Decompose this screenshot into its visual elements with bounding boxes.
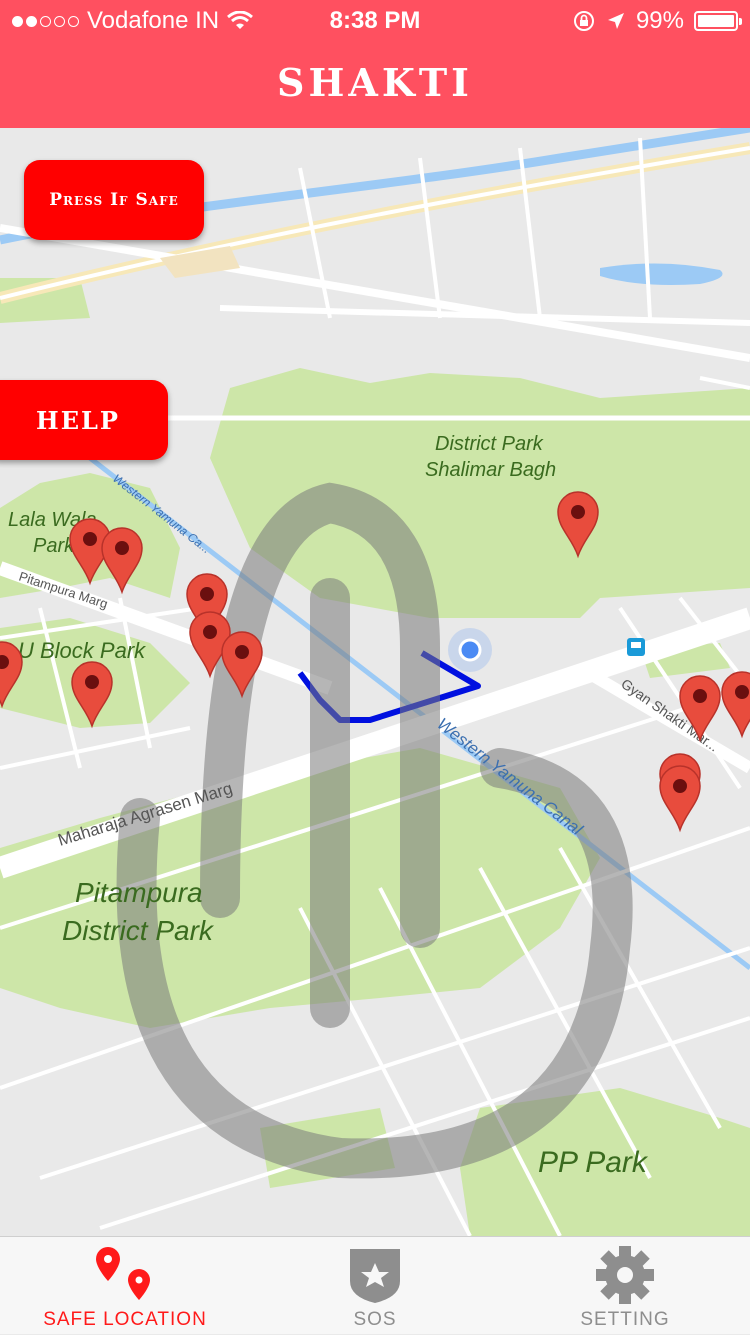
label-pp-park: PP Park: [538, 1146, 649, 1179]
map-view[interactable]: District Park Shalimar Bagh Lala Wala Pa…: [0, 128, 750, 1236]
map-pins-icon: [96, 1247, 150, 1300]
battery-icon: [694, 11, 742, 31]
police-badge-icon: [350, 1249, 400, 1303]
location-arrow-icon: [607, 13, 624, 29]
app-title: SHAKTI: [277, 60, 473, 105]
help-button[interactable]: HELP: [0, 380, 168, 460]
label-u-block-park: U Block Park: [18, 638, 146, 663]
label-district-park: District Park: [435, 433, 544, 455]
label-pitampura: Pitampura: [75, 877, 203, 908]
tab-setting[interactable]: SETTING: [500, 1237, 750, 1335]
status-bar: Vodafone IN 8:38 PM 99%: [0, 0, 750, 40]
map-canvas: District Park Shalimar Bagh Lala Wala Pa…: [0, 128, 750, 1236]
tab-safe-location[interactable]: SAFE LOCATION: [0, 1237, 250, 1335]
tab-sos[interactable]: SOS: [250, 1237, 500, 1335]
tab-label-safe-location: SAFE LOCATION: [43, 1309, 207, 1330]
tab-bar: SAFE LOCATION SOS SETTING: [0, 1236, 750, 1334]
status-right: 99%: [572, 7, 742, 35]
app-header: SHAKTI: [0, 40, 750, 128]
label-pitampura-district-park: District Park: [62, 915, 215, 946]
tab-label-setting: SETTING: [580, 1309, 670, 1330]
gear-icon: [596, 1246, 654, 1304]
tab-label-sos: SOS: [353, 1309, 397, 1330]
label-lala-park: Park: [33, 535, 75, 557]
orientation-lock-icon: [573, 11, 594, 31]
press-if-safe-button[interactable]: Press If Safe: [24, 160, 204, 240]
label-shalimar-bagh: Shalimar Bagh: [425, 459, 556, 481]
battery-percent: 99%: [635, 7, 684, 34]
